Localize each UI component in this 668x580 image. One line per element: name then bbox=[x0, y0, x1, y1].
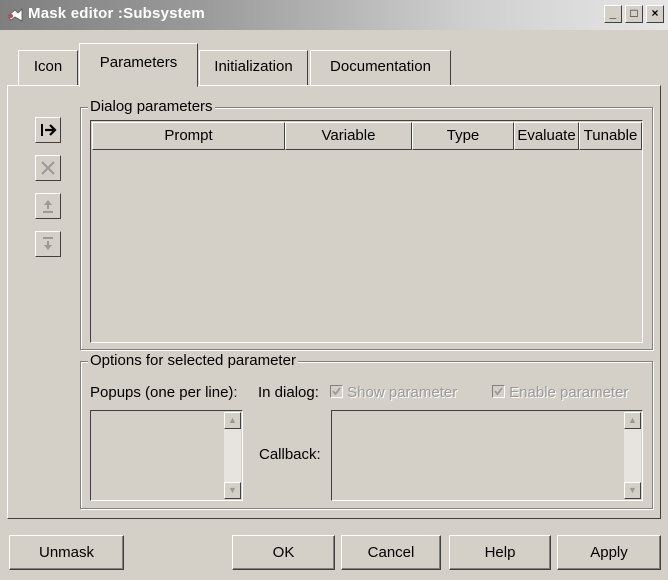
window-title: Mask editor :Subsystem bbox=[28, 5, 205, 22]
unmask-button[interactable]: Unmask bbox=[9, 535, 124, 570]
apply-button[interactable]: Apply bbox=[557, 535, 661, 570]
delete-parameter-button[interactable] bbox=[35, 155, 61, 181]
column-header-type[interactable]: Type bbox=[412, 122, 514, 150]
parameters-table[interactable]: Prompt Variable Type Evaluate Tunable bbox=[90, 120, 643, 343]
add-parameter-button[interactable] bbox=[35, 117, 61, 143]
move-up-button[interactable] bbox=[35, 193, 61, 219]
maximize-icon: □ bbox=[630, 6, 638, 20]
callback-textarea[interactable]: ▲ ▼ bbox=[331, 410, 643, 501]
cancel-button[interactable]: Cancel bbox=[341, 535, 441, 570]
help-button[interactable]: Help bbox=[449, 535, 551, 570]
minimize-button[interactable]: _ bbox=[604, 5, 622, 23]
tab-documentation[interactable]: Documentation bbox=[310, 50, 451, 86]
scroll-up-icon[interactable]: ▲ bbox=[224, 412, 241, 429]
popups-textarea[interactable]: ▲ ▼ bbox=[90, 410, 243, 501]
options-title: Options for selected parameter bbox=[88, 352, 298, 369]
mask-editor-window: Mask editor :Subsystem _ □ × Icon Parame… bbox=[0, 0, 668, 580]
dialog-parameters-title: Dialog parameters bbox=[88, 98, 215, 115]
column-label: Evaluate bbox=[517, 127, 576, 144]
column-header-evaluate[interactable]: Evaluate bbox=[514, 122, 579, 150]
column-label: Variable bbox=[321, 127, 376, 144]
enable-parameter-checkbox[interactable]: Enable parameter bbox=[492, 384, 628, 401]
maximize-button[interactable]: □ bbox=[625, 5, 643, 23]
tab-label: Icon bbox=[33, 58, 63, 75]
column-label: Prompt bbox=[164, 127, 213, 144]
title-bar[interactable]: Mask editor :Subsystem _ □ × bbox=[0, 0, 668, 30]
scroll-down-icon[interactable]: ▼ bbox=[624, 482, 641, 499]
show-parameter-label: Show parameter bbox=[347, 384, 458, 401]
callback-label: Callback: bbox=[259, 446, 321, 463]
column-label: Type bbox=[446, 127, 480, 144]
popups-scrollbar[interactable]: ▲ ▼ bbox=[224, 412, 241, 499]
add-parameter-icon bbox=[41, 124, 57, 136]
tab-label: Documentation bbox=[330, 58, 431, 75]
callback-scrollbar[interactable]: ▲ ▼ bbox=[624, 412, 641, 499]
checkbox[interactable] bbox=[492, 385, 505, 398]
checkbox[interactable] bbox=[330, 385, 343, 398]
ok-button[interactable]: OK bbox=[232, 535, 335, 570]
tab-icon[interactable]: Icon bbox=[18, 50, 78, 86]
move-down-icon bbox=[43, 237, 53, 250]
close-icon: × bbox=[651, 6, 659, 20]
popups-label: Popups (one per line): bbox=[90, 384, 238, 401]
minimize-icon: _ bbox=[609, 6, 617, 20]
column-header-variable[interactable]: Variable bbox=[285, 122, 412, 150]
tab-label: Initialization bbox=[214, 58, 293, 75]
scroll-down-icon[interactable]: ▼ bbox=[224, 482, 241, 499]
delete-icon bbox=[41, 161, 55, 175]
column-header-tunable[interactable]: Tunable bbox=[579, 122, 642, 150]
scroll-up-icon[interactable]: ▲ bbox=[624, 412, 641, 429]
show-parameter-checkbox[interactable]: Show parameter bbox=[330, 384, 457, 401]
column-header-prompt[interactable]: Prompt bbox=[92, 122, 285, 150]
tab-label: Parameters bbox=[99, 54, 178, 71]
tab-parameters[interactable]: Parameters bbox=[79, 43, 198, 87]
move-down-button[interactable] bbox=[35, 231, 61, 257]
tab-initialization[interactable]: Initialization bbox=[199, 50, 308, 86]
table-header: Prompt Variable Type Evaluate Tunable bbox=[92, 122, 642, 150]
move-up-icon bbox=[43, 200, 53, 213]
in-dialog-label: In dialog: bbox=[258, 384, 319, 401]
enable-parameter-label: Enable parameter bbox=[509, 384, 629, 401]
column-label: Tunable bbox=[583, 127, 638, 144]
close-button[interactable]: × bbox=[646, 5, 664, 23]
simulink-block-icon bbox=[7, 8, 23, 22]
